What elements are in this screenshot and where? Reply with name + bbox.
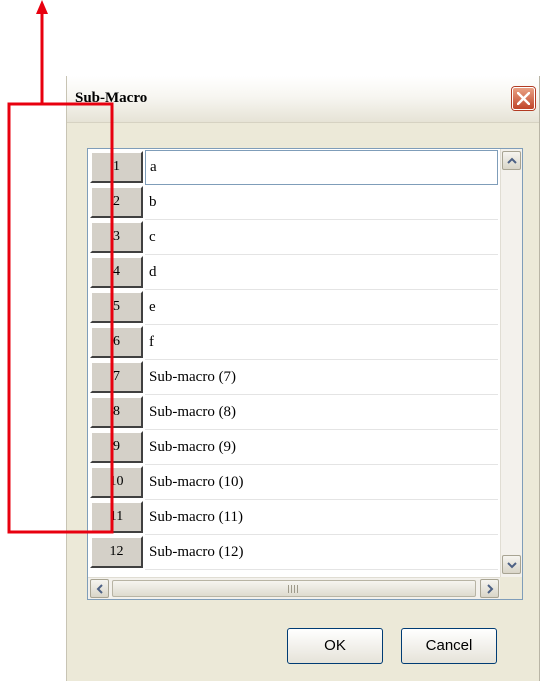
sub-macro-name-cell[interactable]: Sub-macro (7) (145, 360, 498, 395)
table-row[interactable]: 6f (88, 325, 500, 360)
ok-button[interactable]: OK (287, 628, 383, 664)
chevron-down-icon (507, 562, 517, 569)
table-row[interactable]: 1a (88, 150, 500, 185)
row-number-header[interactable]: 11 (90, 501, 143, 533)
sub-macro-grid[interactable]: 1 a 2 b 3 c 4 d 5 e 6 f 7 Sub-macro (7) 8 Sub-macro (8)… (87, 148, 523, 600)
table-row[interactable]: 5e (88, 290, 500, 325)
table-row[interactable]: 3c (88, 220, 500, 255)
table-row[interactable]: 7 Sub-macro (7) (88, 360, 500, 395)
sub-macro-dialog: Sub-Macro 1 a 2 b 3 c 4 d 5 e 6 f 7 Sub-macro (7) 8 Sub… (66, 76, 540, 681)
chevron-up-icon (507, 157, 517, 164)
table-row[interactable]: 10 Sub-macro (10) (88, 465, 500, 500)
scroll-up-button[interactable] (502, 151, 521, 170)
table-row[interactable]: 4d (88, 255, 500, 290)
row-number-header[interactable]: 5 (90, 291, 143, 323)
row-number-header[interactable]: 2 (90, 186, 143, 218)
row-number-header[interactable]: 3 (90, 221, 143, 253)
dialog-title: Sub-Macro (75, 90, 148, 106)
sub-macro-name-cell[interactable]: Sub-macro (11) (145, 500, 498, 535)
scrollbar-corner (500, 577, 522, 599)
sub-macro-name-cell[interactable]: Sub-macro (8) (145, 395, 498, 430)
sub-macro-name-cell[interactable]: b (145, 185, 498, 220)
sub-macro-name-cell[interactable]: Sub-macro (12) (145, 535, 498, 570)
close-icon (517, 92, 530, 105)
sub-macro-name-cell[interactable]: Sub-macro (10) (145, 465, 498, 500)
cancel-button[interactable]: Cancel (401, 628, 497, 664)
chevron-right-icon (487, 584, 494, 594)
table-row[interactable]: 8 Sub-macro (8) (88, 395, 500, 430)
chevron-left-icon (96, 584, 103, 594)
sub-macro-name-cell[interactable]: d (145, 255, 498, 290)
row-number-header[interactable]: 4 (90, 256, 143, 288)
sub-macro-name-cell[interactable]: e (145, 290, 498, 325)
scroll-right-button[interactable] (480, 579, 499, 598)
row-number-header[interactable]: 1 (90, 151, 143, 183)
horizontal-scroll-thumb[interactable] (112, 580, 476, 597)
table-row[interactable]: 9 Sub-macro (9) (88, 430, 500, 465)
row-number-header[interactable]: 7 (90, 361, 143, 393)
sub-macro-name-cell[interactable]: c (145, 220, 498, 255)
table-row[interactable]: 12 Sub-macro (12) (88, 535, 500, 570)
scroll-left-button[interactable] (90, 579, 109, 598)
row-number-header[interactable]: 6 (90, 326, 143, 358)
row-number-header[interactable]: 8 (90, 396, 143, 428)
grip-icon (288, 585, 298, 593)
close-button[interactable] (512, 87, 535, 110)
row-number-header[interactable]: 10 (90, 466, 143, 498)
scroll-down-button[interactable] (502, 555, 521, 574)
row-number-header[interactable]: 9 (90, 431, 143, 463)
table-row[interactable]: 2b (88, 185, 500, 220)
horizontal-scrollbar[interactable] (88, 577, 522, 599)
annotation-arrowhead-icon (36, 0, 48, 14)
sub-macro-name-cell[interactable]: a (145, 150, 498, 185)
row-number-header[interactable]: 12 (90, 536, 143, 568)
title-bar[interactable]: Sub-Macro (67, 76, 539, 123)
vertical-scrollbar[interactable] (500, 149, 522, 577)
table-row[interactable]: 11 Sub-macro (11) (88, 500, 500, 535)
sub-macro-name-cell[interactable]: f (145, 325, 498, 360)
sub-macro-name-cell[interactable]: Sub-macro (9) (145, 430, 498, 465)
